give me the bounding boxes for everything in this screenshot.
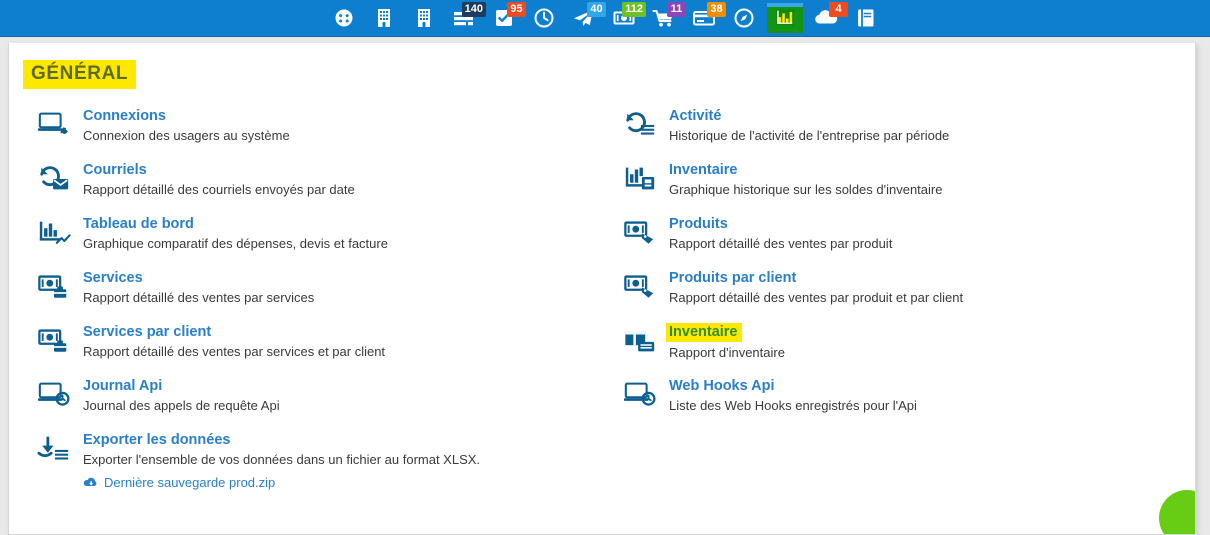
laptop-plug-icon xyxy=(37,109,71,139)
last-backup-label: Dernière sauvegarde prod.zip xyxy=(104,475,276,490)
toolbar-item-clock[interactable] xyxy=(527,3,561,33)
boxes-list-icon xyxy=(623,325,657,355)
report-entry-title[interactable]: Activité xyxy=(669,108,721,125)
toolbar-item-money-bill[interactable]: 112 xyxy=(607,2,646,33)
report-entry[interactable]: Produits par client Rapport détaillé des … xyxy=(617,269,1177,323)
report-entry-title[interactable]: Services par client xyxy=(83,324,211,341)
toolbar-item-bar-chart[interactable] xyxy=(767,3,803,33)
report-entry[interactable]: Journal Api Journal des appels de requête… xyxy=(31,377,591,431)
building-alt-icon xyxy=(411,6,437,30)
toolbar-item-building[interactable] xyxy=(367,3,401,33)
report-entry-subtitle: Rapport détaillé des courriels envoyés p… xyxy=(83,182,355,197)
toolbar-badge: 4 xyxy=(829,2,848,17)
report-entry-subtitle: Rapport détaillé des ventes par produit … xyxy=(669,290,964,305)
cloud-download-icon xyxy=(83,476,98,489)
building-icon xyxy=(371,6,397,30)
report-entry-subtitle: Rapport détaillé des ventes par services xyxy=(83,290,315,305)
laptop-history-icon xyxy=(37,379,71,409)
last-backup-link[interactable]: Dernière sauvegarde prod.zip xyxy=(83,475,275,490)
report-entry-title[interactable]: Inventaire xyxy=(669,162,738,179)
toolbar-item-paper-plane[interactable]: 40 xyxy=(567,2,606,33)
report-entry-subtitle: Connexion des usagers au système xyxy=(83,128,290,143)
report-entry[interactable]: Connexions Connexion des usagers au systè… xyxy=(31,107,591,161)
report-entry-subtitle: Exporter l'ensemble de vos données dans … xyxy=(83,452,481,467)
clock-icon xyxy=(531,6,557,30)
report-entry[interactable]: Produits Rapport détaillé des ventes par … xyxy=(617,215,1177,269)
report-entry[interactable]: Services Rapport détaillé des ventes par … xyxy=(31,269,591,323)
report-entry[interactable]: Activité Historique de l'activité de l'en… xyxy=(617,107,1177,161)
report-entry-subtitle: Graphique historique sur les soldes d'in… xyxy=(669,182,943,197)
toolbar-badge: 112 xyxy=(622,2,646,17)
report-entry-title[interactable]: Exporter les données xyxy=(83,432,230,449)
main-toolbar: 140 95 40 112 11 38 4 xyxy=(0,0,1210,37)
report-entry-title[interactable]: Produits xyxy=(669,216,728,233)
toolbar-badge: 140 xyxy=(461,2,486,17)
chat-bubble[interactable] xyxy=(1159,490,1195,534)
bar-chart-icon xyxy=(772,7,798,31)
download-lines-icon xyxy=(37,433,71,463)
money-tag-icon xyxy=(623,271,657,301)
history-lines-icon xyxy=(623,109,657,139)
toolbar-item-documents[interactable]: 140 xyxy=(447,2,486,33)
history-mail-icon xyxy=(37,163,71,193)
report-entry[interactable]: Web Hooks Api Liste des Web Hooks enregis… xyxy=(617,377,1177,431)
reports-column-left: Connexions Connexion des usagers au systè… xyxy=(31,107,591,485)
report-entry-subtitle: Liste des Web Hooks enregistrés pour l'A… xyxy=(669,398,917,413)
report-entry-title[interactable]: Inventaire xyxy=(666,323,742,342)
report-entry-title[interactable]: Produits par client xyxy=(669,270,796,287)
money-briefcase-icon xyxy=(37,325,71,355)
money-briefcase-icon xyxy=(37,271,71,301)
report-entry[interactable]: Courriels Rapport détaillé des courriels … xyxy=(31,161,591,215)
report-entry-title[interactable]: Courriels xyxy=(83,162,147,179)
page-title: GÉNÉRAL xyxy=(23,60,137,89)
report-entry-subtitle: Journal des appels de requête Api xyxy=(83,398,280,413)
toolbar-item-credit-card[interactable]: 38 xyxy=(687,2,726,33)
laptop-history-icon xyxy=(623,379,657,409)
report-entry-subtitle: Rapport détaillé des ventes par services… xyxy=(83,344,386,359)
toolbar-badge: 95 xyxy=(507,2,526,17)
report-entry-title[interactable]: Connexions xyxy=(83,108,166,125)
toolbar-badge: 11 xyxy=(667,2,686,17)
toolbar-badge: 40 xyxy=(587,2,606,17)
reports-column-right: Activité Historique de l'activité de l'en… xyxy=(617,107,1177,431)
report-entry-subtitle: Historique de l'activité de l'entreprise… xyxy=(669,128,950,143)
page-surface: GÉNÉRAL Connexions Connexion des usagers … xyxy=(0,37,1210,535)
report-entry-title[interactable]: Journal Api xyxy=(83,378,162,395)
toolbar-item-cloud[interactable]: 4 xyxy=(809,2,848,33)
compass-icon xyxy=(731,6,757,30)
dashboard-gauge-icon xyxy=(331,6,357,30)
report-entry[interactable]: Inventaire Rapport d'inventaire xyxy=(617,323,1177,377)
toolbar-item-checkbox-task[interactable]: 95 xyxy=(487,2,526,33)
report-entry[interactable]: Services par client Rapport détaillé des … xyxy=(31,323,591,377)
report-entry-subtitle: Rapport d'inventaire xyxy=(669,345,785,360)
toolbar-item-compass[interactable] xyxy=(727,3,761,33)
report-entry-title[interactable]: Tableau de bord xyxy=(83,216,194,233)
report-entry-subtitle: Graphique comparatif des dépenses, devis… xyxy=(83,236,388,251)
toolbar-item-building-alt[interactable] xyxy=(407,3,441,33)
toolbar-item-book[interactable] xyxy=(849,3,883,33)
report-entry-title[interactable]: Web Hooks Api xyxy=(669,378,775,395)
book-icon xyxy=(853,6,879,30)
report-entry[interactable]: Inventaire Graphique historique sur les s… xyxy=(617,161,1177,215)
report-entry-subtitle: Rapport détaillé des ventes par produit xyxy=(669,236,893,251)
bar-chart-trend-icon xyxy=(37,217,71,247)
report-entry-title[interactable]: Services xyxy=(83,270,143,287)
content-card: GÉNÉRAL Connexions Connexion des usagers … xyxy=(8,43,1196,535)
report-entry[interactable]: Tableau de bord Graphique comparatif des … xyxy=(31,215,591,269)
bar-chart-box-icon xyxy=(623,163,657,193)
toolbar-item-shopping-cart[interactable]: 11 xyxy=(647,2,686,33)
money-tag-icon xyxy=(623,217,657,247)
toolbar-badge: 38 xyxy=(707,2,726,17)
toolbar-item-dashboard-gauge[interactable] xyxy=(327,3,361,33)
